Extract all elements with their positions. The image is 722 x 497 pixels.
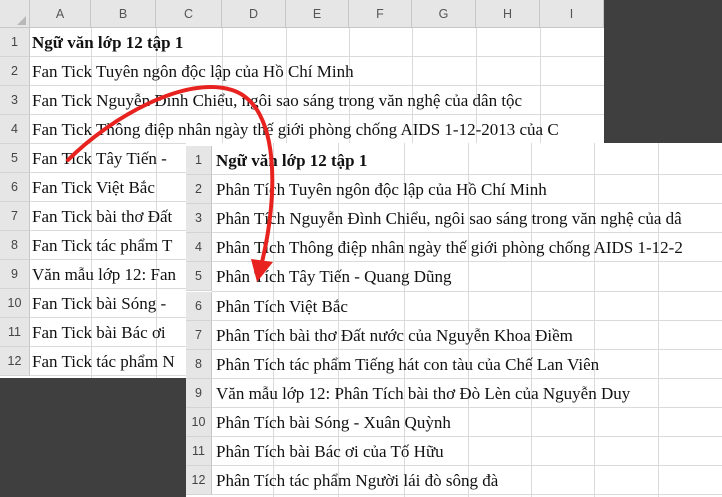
row-header-6[interactable]: 6 (0, 173, 30, 202)
row-header-after-3[interactable]: 3 (186, 204, 212, 234)
row-header-after-11[interactable]: 11 (186, 437, 212, 467)
cell-a-after-11[interactable]: Phân Tích bài Bác ơi của Tố Hữu (216, 442, 444, 462)
cell-a11[interactable]: Fan Tick bài Bác ơi (32, 323, 166, 343)
grid-line (212, 377, 722, 379)
column-header-bar: ABCDEFGHI (0, 0, 604, 28)
row-header-after-7[interactable]: 7 (186, 320, 212, 350)
cell-a-after-1[interactable]: Ngữ văn lớp 12 tập 1 (216, 151, 367, 171)
grid-line (30, 85, 604, 86)
row-header-7[interactable]: 7 (0, 202, 30, 231)
cell-a-after-2[interactable]: Phân Tích Tuyên ngôn độc lập của Hồ Chí … (216, 180, 547, 200)
cell-a-after-7[interactable]: Phân Tích bài thơ Đất nước của Nguyễn Kh… (216, 326, 573, 346)
cell-a7[interactable]: Fan Tick bài thơ Đất (32, 207, 172, 227)
row-header-after-4[interactable]: 4 (186, 233, 212, 263)
cell-a-after-6[interactable]: Phân Tích Việt Bắc (216, 297, 348, 317)
row-header-9[interactable]: 9 (0, 260, 30, 289)
column-header-d[interactable]: D (222, 0, 286, 28)
row-header-11[interactable]: 11 (0, 318, 30, 347)
grid-line (212, 436, 722, 437)
row-header-after-12[interactable]: 12 (186, 466, 212, 496)
row-header-after-5[interactable]: 5 (186, 262, 212, 292)
cell-a8[interactable]: Fan Tick tác phẩm T (32, 236, 172, 256)
cell-a2[interactable]: Fan Tick Tuyên ngôn độc lập của Hồ Chí M… (32, 62, 354, 82)
grid-line (30, 114, 604, 115)
column-header-h[interactable]: H (476, 0, 540, 28)
grid-line (212, 261, 722, 263)
select-all-corner[interactable] (0, 0, 30, 28)
column-header-f[interactable]: F (349, 0, 412, 28)
grid-line (30, 56, 604, 57)
cell-a9[interactable]: Văn mẫu lớp 12: Fan (32, 265, 176, 285)
grid-line (212, 319, 722, 321)
row-header-3[interactable]: 3 (0, 86, 30, 115)
cell-a4[interactable]: Fan Tick Thông điệp nhân ngày thế giới p… (32, 120, 559, 140)
grid-line (212, 203, 722, 205)
row-header-8[interactable]: 8 (0, 231, 30, 260)
column-header-g[interactable]: G (412, 0, 476, 28)
cell-a10[interactable]: Fan Tick bài Sóng - (32, 294, 166, 314)
grid-line (212, 232, 722, 234)
row-header-10[interactable]: 10 (0, 289, 30, 318)
grid-line (212, 465, 722, 467)
cell-a-after-12[interactable]: Phân Tích tác phẩm Người lái đò sông đà (216, 471, 498, 491)
row-header-after-8[interactable]: 8 (186, 349, 212, 379)
row-header-4[interactable]: 4 (0, 115, 30, 144)
row-header-12[interactable]: 12 (0, 347, 30, 376)
row-header-1[interactable]: 1 (0, 28, 30, 57)
column-header-e[interactable]: E (286, 0, 349, 28)
row-header-after-10[interactable]: 10 (186, 407, 212, 437)
grid-line (212, 494, 722, 496)
cell-a6[interactable]: Fan Tick Việt Bắc (32, 178, 155, 198)
spreadsheet-after: 1 Ngữ văn lớp 12 tập 1 2 Phân Tích Tuyên ng… (186, 143, 722, 497)
cell-a1[interactable]: Ngữ văn lớp 12 tập 1 (32, 33, 183, 53)
column-header-a[interactable]: A (30, 0, 91, 28)
row-header-after-6[interactable]: 6 (186, 291, 212, 321)
grid-line (212, 290, 722, 292)
cell-a-after-10[interactable]: Phân Tích bài Sóng - Xuân Quỳnh (216, 413, 451, 433)
cell-a5[interactable]: Fan Tick Tây Tiến - (32, 149, 167, 169)
column-header-c[interactable]: C (156, 0, 222, 28)
grid-line (212, 174, 722, 176)
cell-a3[interactable]: Fan Tick Nguyễn Đình Chiểu, ngôi sao sán… (32, 91, 522, 111)
column-header-i[interactable]: I (540, 0, 604, 28)
row-header-after-1[interactable]: 1 (186, 146, 212, 176)
row-header-2[interactable]: 2 (0, 57, 30, 86)
cell-a-after-8[interactable]: Phân Tích tác phẩm Tiếng hát con tàu của… (216, 355, 599, 375)
cell-a-after-9[interactable]: Văn mẫu lớp 12: Phân Tích bài thơ Đò Lèn… (216, 384, 630, 404)
cell-a-after-5[interactable]: Phân Tích Tây Tiến - Quang Dũng (216, 267, 451, 287)
column-header-b[interactable]: B (91, 0, 156, 28)
grid-line (212, 406, 722, 408)
grid-line (212, 348, 722, 350)
cell-a12[interactable]: Fan Tick tác phẩm N (32, 352, 175, 372)
cell-a-after-3[interactable]: Phân Tích Nguyễn Đình Chiểu, ngôi sao sá… (216, 209, 682, 229)
row-header-after-9[interactable]: 9 (186, 378, 212, 408)
cell-a-after-4[interactable]: Phân Tích Thông điệp nhân ngày thế giới … (216, 238, 683, 258)
row-header-after-2[interactable]: 2 (186, 175, 212, 205)
row-header-5[interactable]: 5 (0, 144, 30, 173)
